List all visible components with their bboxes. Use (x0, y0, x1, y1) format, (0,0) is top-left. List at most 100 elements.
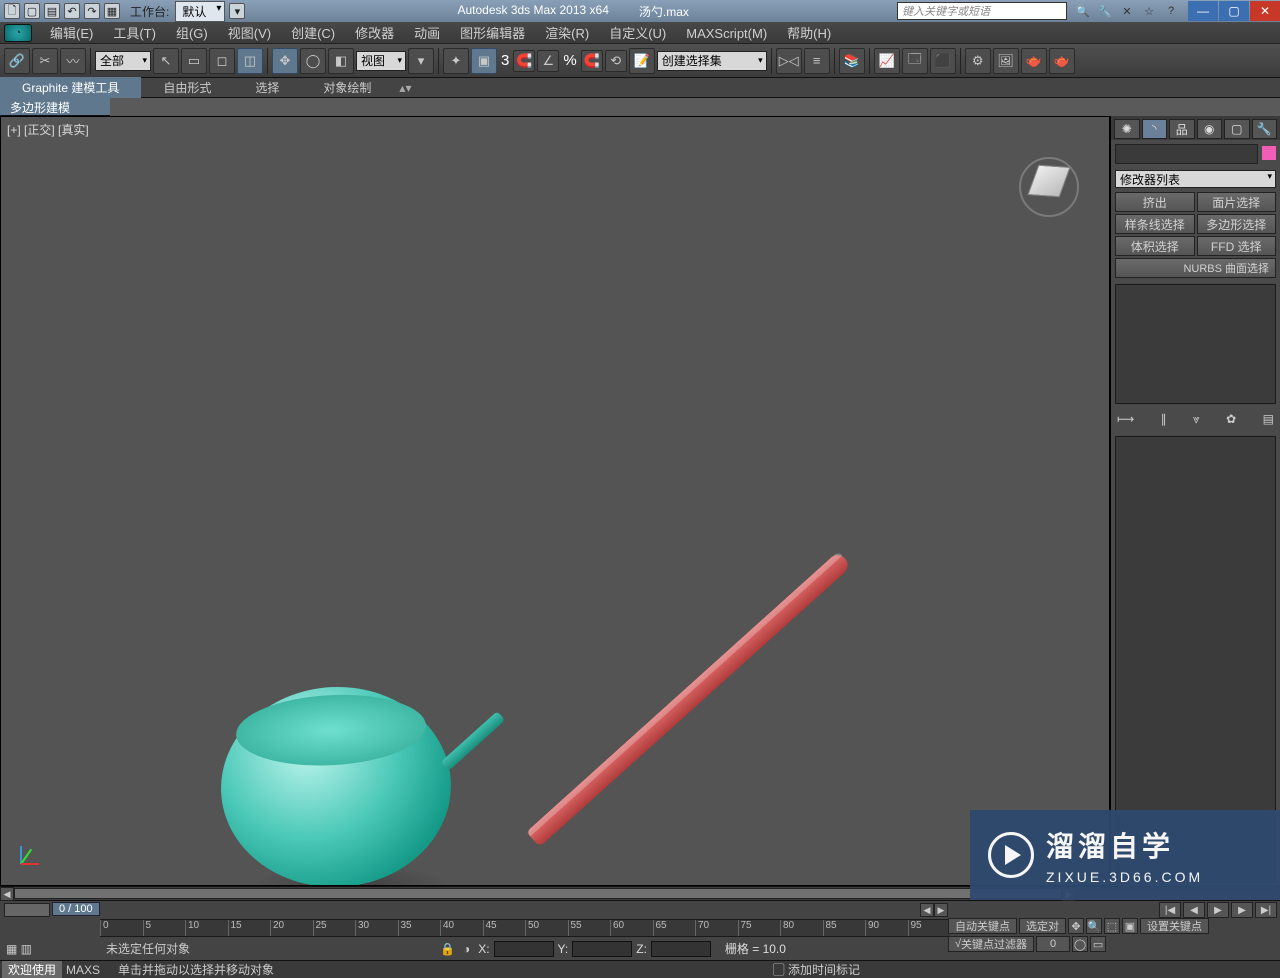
scroll-left-icon[interactable]: ◀ (0, 887, 14, 901)
select-icon[interactable]: ↖ (153, 48, 179, 74)
qat-more-icon[interactable]: ▾ (229, 3, 245, 19)
menu-item[interactable]: 帮助(H) (777, 24, 841, 43)
redo-icon[interactable]: ↷ (84, 3, 100, 19)
show-end-icon[interactable]: ∥ (1161, 412, 1167, 426)
exchange-icon[interactable]: ✕ (1119, 3, 1135, 19)
menu-item[interactable]: 自定义(U) (599, 24, 676, 43)
keyboard-shortcut-icon[interactable]: ▣ (471, 48, 497, 74)
menu-item[interactable]: 工具(T) (103, 24, 166, 43)
auto-key-button[interactable]: 自动关键点 (948, 918, 1017, 934)
menu-item[interactable]: 编辑(E) (40, 24, 103, 43)
help-icon[interactable]: ? (1163, 3, 1179, 19)
snap-toggle-icon[interactable]: 🧲 (513, 50, 535, 72)
render-icon[interactable]: 🫖 (1021, 48, 1047, 74)
timeline-prev-icon[interactable]: ◀ (920, 903, 934, 917)
timeline-next-icon[interactable]: ▶ (934, 903, 948, 917)
render-setup-icon[interactable]: ⚙ (965, 48, 991, 74)
ribbon-tab-paint[interactable]: 对象绘制 (301, 77, 393, 98)
key-filter-button[interactable]: √ 关键点过滤器 (948, 936, 1034, 952)
key-icon[interactable]: 🔧 (1097, 3, 1113, 19)
viewport[interactable]: [+] [正交] [真实] (0, 116, 1110, 886)
mod-btn-extrude[interactable]: 挤出 (1115, 192, 1195, 212)
maximize-button[interactable]: ▢ (1219, 1, 1249, 21)
window-crossing-icon[interactable]: ◫ (237, 48, 263, 74)
bind-icon[interactable]: 〰 (60, 48, 86, 74)
workspace-dropdown[interactable]: 默认 (175, 1, 225, 22)
transform-typein-icon[interactable]: ▦ ▥ (0, 942, 100, 956)
named-selection-dropdown[interactable]: 创建选择集 (657, 51, 767, 71)
menu-item[interactable]: 动画 (404, 24, 450, 43)
sel-set-dropdown[interactable]: 选定对 (1019, 918, 1066, 934)
layers-icon[interactable]: 📚 (839, 48, 865, 74)
mod-btn-ffdsel[interactable]: FFD 选择 (1197, 236, 1277, 256)
goto-end-icon[interactable]: ▶| (1255, 902, 1277, 918)
menu-item[interactable]: MAXScript(M) (676, 24, 777, 43)
star-icon[interactable]: ☆ (1141, 3, 1157, 19)
menu-item[interactable]: 视图(V) (218, 24, 281, 43)
manipulate-icon[interactable]: ✦ (443, 48, 469, 74)
y-field[interactable] (572, 941, 632, 957)
modifier-list-dropdown[interactable]: 修改器列表 (1115, 170, 1276, 188)
align-icon[interactable]: ≡ (804, 48, 830, 74)
goto-start-icon[interactable]: |◀ (1159, 902, 1181, 918)
tab-utilities-icon[interactable]: 🔧 (1252, 119, 1278, 139)
z-field[interactable] (651, 941, 711, 957)
mirror-icon[interactable]: ▷◁ (776, 48, 802, 74)
set-key-button[interactable]: 设置关键点 (1140, 918, 1209, 934)
prev-frame-icon[interactable]: ◀ (1183, 902, 1205, 918)
object-color-swatch[interactable] (1262, 146, 1276, 160)
play-icon[interactable]: ▶ (1207, 902, 1229, 918)
viewcube[interactable] (1019, 157, 1079, 217)
tab-create-icon[interactable]: ✺ (1114, 119, 1140, 139)
iso-icon[interactable]: ◑ (463, 942, 470, 956)
tab-modify-icon[interactable]: ◝ (1142, 119, 1168, 139)
time-tag-icon[interactable]: ▢ 添加时间标记 (773, 961, 860, 978)
percent-snap-icon[interactable]: 🧲 (581, 50, 603, 72)
ribbon-tab-graphite[interactable]: Graphite 建模工具 (0, 77, 141, 98)
next-frame-icon[interactable]: ▶ (1231, 902, 1253, 918)
nav-pan-icon[interactable]: ✥ (1068, 918, 1084, 934)
move-icon[interactable]: ✥ (272, 48, 298, 74)
angle-snap-icon[interactable]: ∠ (537, 50, 559, 72)
render-frame-icon[interactable]: 🖼 (993, 48, 1019, 74)
undo-icon[interactable]: ↶ (64, 3, 80, 19)
mod-btn-splinesel[interactable]: 样条线选择 (1115, 214, 1195, 234)
nav-fov-icon[interactable]: ⬚ (1104, 918, 1120, 934)
link-icon[interactable]: 🔗 (4, 48, 30, 74)
ref-coord-dropdown[interactable]: 视图 (356, 51, 406, 71)
app-logo-icon[interactable]: ◔ (4, 24, 32, 42)
tab-motion-icon[interactable]: ◉ (1197, 119, 1223, 139)
viewport-label[interactable]: [+] [正交] [真实] (7, 121, 89, 138)
object-name-field[interactable] (1115, 144, 1258, 164)
nav-zoomext-icon[interactable]: ▣ (1122, 918, 1138, 934)
spinner-snap-icon[interactable]: ⟲ (605, 50, 627, 72)
configure-sets-icon[interactable]: ▤ (1263, 412, 1274, 426)
nav-zoom-icon[interactable]: 🔍 (1086, 918, 1102, 934)
mod-btn-patchsel[interactable]: 面片选择 (1197, 192, 1277, 212)
select-name-icon[interactable]: ▭ (181, 48, 207, 74)
time-slider-thumb[interactable] (4, 903, 50, 917)
open-icon[interactable]: ▢ (24, 3, 40, 19)
mod-btn-nurbs[interactable]: NURBS 曲面选择 (1115, 258, 1276, 278)
schematic-icon[interactable]: 🗔 (902, 48, 928, 74)
x-field[interactable] (494, 941, 554, 957)
close-button[interactable]: ✕ (1250, 1, 1280, 21)
pivot-icon[interactable]: ▾ (408, 48, 434, 74)
mod-btn-volsel[interactable]: 体积选择 (1115, 236, 1195, 256)
rotate-icon[interactable]: ◯ (300, 48, 326, 74)
search-icon[interactable]: 🔍 (1075, 3, 1091, 19)
search-input[interactable]: 键入关键字或短语 (897, 2, 1067, 20)
selection-filter-dropdown[interactable]: 全部 (95, 51, 151, 71)
menu-item[interactable]: 渲染(R) (535, 24, 599, 43)
menu-item[interactable]: 组(G) (166, 24, 218, 43)
menu-item[interactable]: 图形编辑器 (450, 24, 535, 43)
ribbon-panel-polymodel[interactable]: 多边形建模 (0, 98, 110, 116)
menu-item[interactable]: 修改器 (345, 24, 404, 43)
pin-stack-icon[interactable]: ⟼ (1117, 412, 1134, 426)
scroll-thumb[interactable] (14, 888, 1062, 899)
frame-input[interactable]: 0 (1036, 936, 1070, 952)
render-prod-icon[interactable]: 🫖 (1049, 48, 1075, 74)
curve-editor-icon[interactable]: 📈 (874, 48, 900, 74)
project-icon[interactable]: ▦ (104, 3, 120, 19)
select-region-icon[interactable]: ◻ (209, 48, 235, 74)
